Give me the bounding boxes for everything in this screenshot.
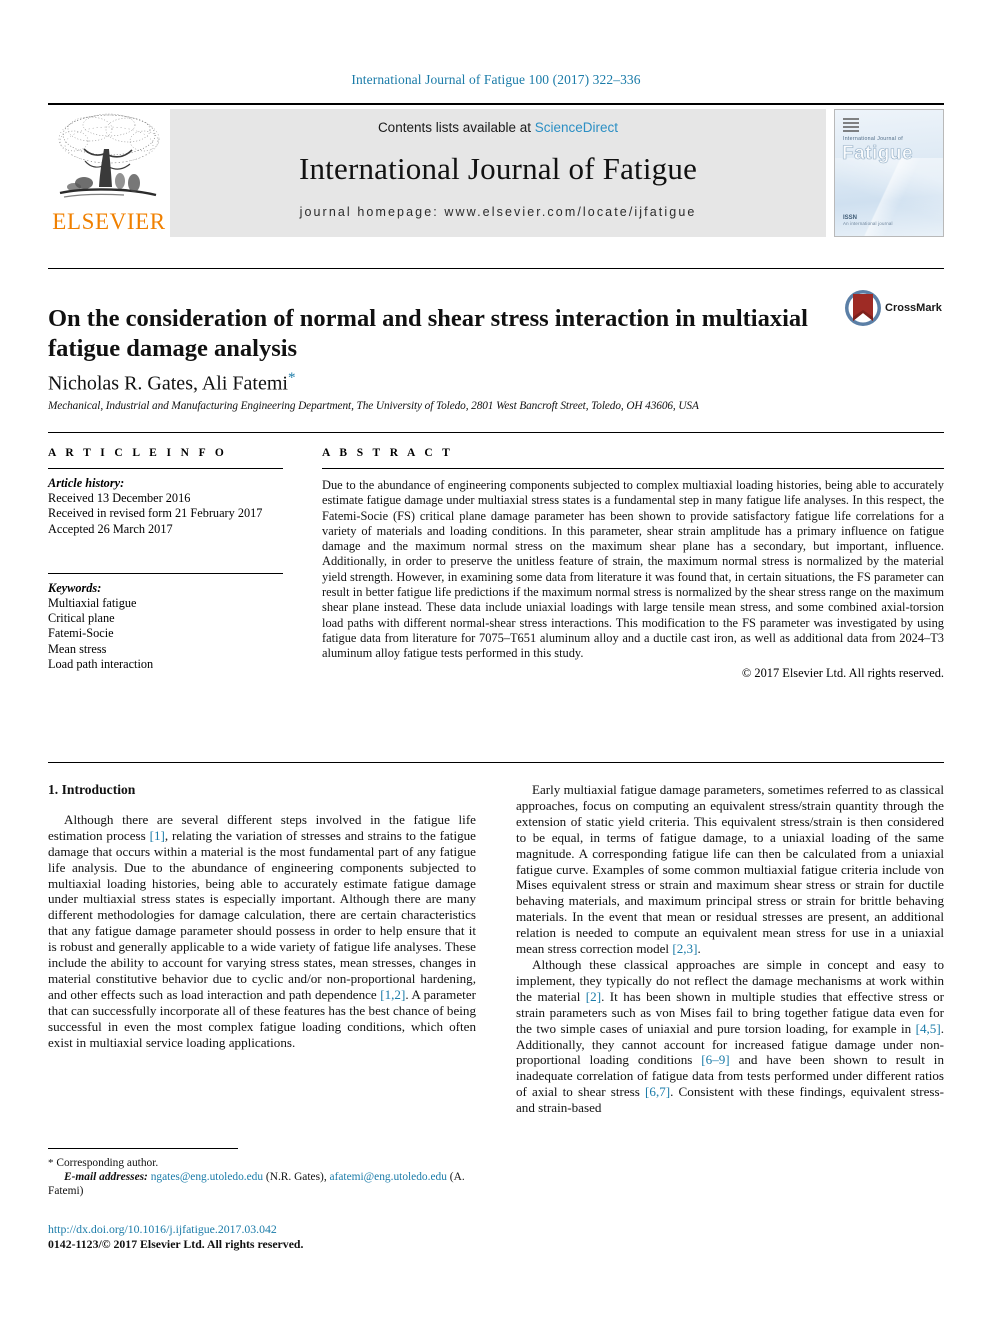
keywords-block: Keywords: Multiaxial fatigue Critical pl… xyxy=(48,572,283,672)
article-info-heading: A R T I C L E I N F O xyxy=(48,447,228,459)
corresponding-author-note: * Corresponding author. xyxy=(48,1156,476,1170)
journal-homepage-link[interactable]: journal homepage: www.elsevier.com/locat… xyxy=(170,205,826,219)
email-link[interactable]: ngates@eng.utoledo.edu xyxy=(151,1171,263,1183)
cover-title: Fatigue xyxy=(842,143,914,165)
journal-band: Contents lists available at ScienceDirec… xyxy=(170,109,826,237)
citation-link[interactable]: [1] xyxy=(150,828,165,843)
keyword-item: Multiaxial fatigue xyxy=(48,596,137,611)
article-info-rule xyxy=(48,468,283,469)
keyword-item: Mean stress xyxy=(48,641,107,656)
crossmark-icon xyxy=(845,290,881,326)
elsevier-wordmark: ELSEVIER xyxy=(52,209,166,234)
corresponding-marker: * xyxy=(48,1157,54,1169)
citation-link[interactable]: [2] xyxy=(586,989,601,1004)
article-history-label: Article history: xyxy=(48,476,125,490)
citation-link[interactable]: [6–9] xyxy=(701,1052,729,1067)
citation-link[interactable]: [6,7] xyxy=(645,1084,670,1099)
paragraph: Early multiaxial fatigue damage paramete… xyxy=(516,782,944,957)
journal-masthead: ELSEVIER Contents lists available at Sci… xyxy=(48,103,944,237)
doi-link[interactable]: http://dx.doi.org/10.1016/j.ijfatigue.20… xyxy=(48,1222,488,1237)
email-separator: , xyxy=(323,1171,327,1184)
corresponding-author-marker: * xyxy=(287,370,296,386)
contents-available-line: Contents lists available at ScienceDirec… xyxy=(170,120,826,135)
abstract-rule xyxy=(322,468,944,469)
crossmark-badge[interactable]: CrossMark xyxy=(843,288,943,332)
affiliation: Mechanical, Industrial and Manufacturing… xyxy=(48,400,699,412)
history-item: Received in revised form 21 February 201… xyxy=(48,506,263,521)
paragraph: Although there are several different ste… xyxy=(48,811,476,1050)
corresponding-label: Corresponding author. xyxy=(56,1157,159,1169)
body-divider xyxy=(48,762,944,763)
cover-superline: International Journal of xyxy=(843,136,903,142)
cover-issn: ISSN An international journal xyxy=(843,215,893,226)
article-history-block: Article history: Received 13 December 20… xyxy=(48,476,283,537)
keywords-label: Keywords: xyxy=(48,580,102,595)
abstract-heading: A B S T R A C T xyxy=(322,447,454,459)
article-info-column: A R T I C L E I N F O Article history: R… xyxy=(48,447,283,672)
authors-names: Nicholas R. Gates, Ali Fatemi xyxy=(48,372,288,395)
issn-copyright-line: 0142-1123/© 2017 Elsevier Ltd. All right… xyxy=(48,1236,304,1251)
citation-link[interactable]: [2,3] xyxy=(672,941,697,956)
author-list: Nicholas R. Gates, Ali Fatemi* xyxy=(48,370,295,396)
crossmark-label: CrossMark xyxy=(885,302,942,314)
history-item: Received 13 December 2016 xyxy=(48,491,191,506)
journal-cover-thumbnail[interactable]: International Journal of Fatigue ISSN An… xyxy=(834,109,944,237)
keyword-item: Critical plane xyxy=(48,611,115,626)
section-heading-introduction: 1. Introduction xyxy=(48,782,136,797)
email-owner: (N.R. Gates) xyxy=(265,1171,324,1184)
citation-link[interactable]: [4,5] xyxy=(916,1021,941,1036)
email-addresses-note: E-mail addresses: ngates@eng.utoledo.edu… xyxy=(48,1170,476,1198)
citation-link[interactable]: [1,2] xyxy=(380,987,405,1002)
abstract-divider xyxy=(48,432,944,433)
footnote-block: * Corresponding author. E-mail addresses… xyxy=(48,1156,476,1199)
cover-publisher-icon xyxy=(843,118,859,132)
abstract-copyright: © 2017 Elsevier Ltd. All rights reserved… xyxy=(741,665,944,680)
article-page: International Journal of Fatigue 100 (20… xyxy=(0,0,992,1323)
body-column-left: 1. Introduction Although there are sever… xyxy=(48,782,476,1051)
email-label: E-mail addresses: xyxy=(64,1171,148,1184)
body-column-right: Early multiaxial fatigue damage paramete… xyxy=(516,782,944,1116)
abstract-column: A B S T R A C T Due to the abundance of … xyxy=(322,447,944,681)
email-link[interactable]: afatemi@eng.utoledo.edu xyxy=(330,1171,447,1183)
doi-block: http://dx.doi.org/10.1016/j.ijfatigue.20… xyxy=(48,1222,488,1251)
sciencedirect-link[interactable]: ScienceDirect xyxy=(535,120,618,135)
running-head: International Journal of Fatigue 100 (20… xyxy=(351,72,641,87)
footnote-divider xyxy=(48,1148,238,1149)
journal-title: International Journal of Fatigue xyxy=(298,151,698,186)
keyword-item: Fatemi-Socie xyxy=(48,626,114,641)
keywords-rule xyxy=(48,572,283,574)
keyword-item: Load path interaction xyxy=(48,656,154,671)
title-divider xyxy=(48,268,944,269)
page-title: On the consideration of normal and shear… xyxy=(48,305,808,363)
elsevier-logo: ELSEVIER xyxy=(48,109,170,237)
elsevier-tree-icon xyxy=(52,109,166,218)
abstract-text: Due to the abundance of engineering comp… xyxy=(322,478,944,661)
contents-prefix: Contents lists available at xyxy=(377,120,535,135)
history-item: Accepted 26 March 2017 xyxy=(48,521,173,536)
paragraph: Although these classical approaches are … xyxy=(516,956,944,1116)
